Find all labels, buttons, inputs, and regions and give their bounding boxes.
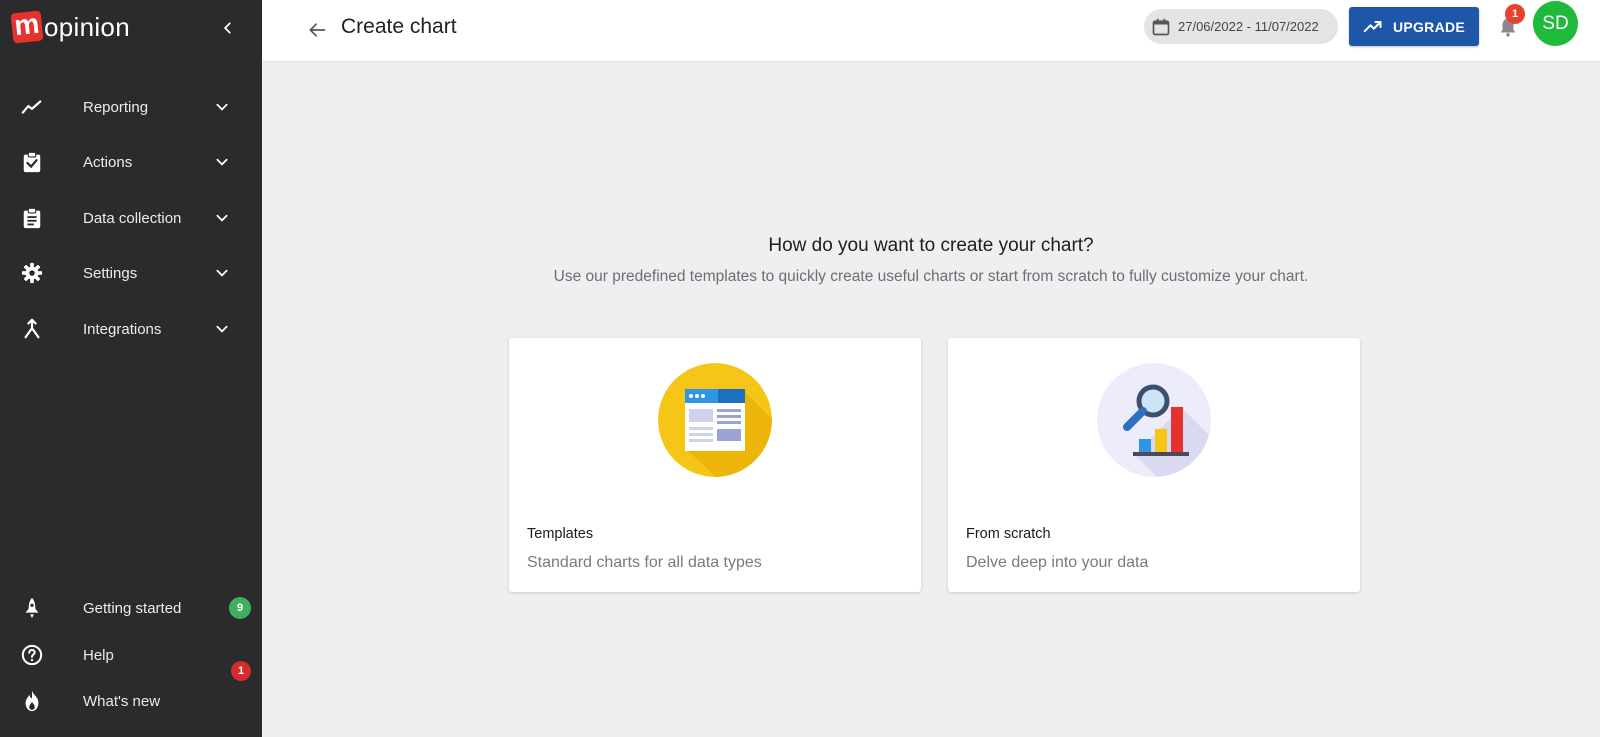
template-icon: [658, 363, 772, 477]
chevron-left-icon: [223, 22, 231, 34]
chevron-down-icon: [210, 150, 234, 174]
option-card-description: Delve deep into your data: [966, 554, 1149, 571]
option-card-title: Templates: [527, 526, 594, 542]
sidebar: m opinion Reporting Actions Data collect…: [0, 0, 262, 737]
option-card-from-scratch[interactable]: From scratch Delve deep into your data: [948, 338, 1360, 592]
sidebar-item-getting-started[interactable]: Getting started 9: [0, 586, 262, 630]
sidebar-item-label: Getting started: [83, 599, 182, 617]
sidebar-item-label: Settings: [83, 264, 138, 282]
option-card-description: Standard charts for all data types: [527, 554, 762, 571]
sidebar-item-label: Actions: [83, 153, 133, 171]
logo-mark: m: [10, 8, 44, 44]
trend-line-icon: [20, 95, 44, 119]
upgrade-button[interactable]: UPGRADE: [1349, 7, 1479, 46]
notifications-count-badge: 1: [1505, 4, 1525, 24]
getting-started-count-badge: 9: [229, 597, 251, 619]
create-chart-subtitle: Use our predefined templates to quickly …: [553, 268, 1309, 285]
sidebar-item-label: Data collection: [83, 209, 182, 227]
option-card-templates[interactable]: Templates Standard charts for all data t…: [509, 338, 921, 592]
sidebar-item-integrations[interactable]: Integrations: [0, 307, 262, 351]
back-button[interactable]: [302, 15, 332, 45]
option-card-title: From scratch: [966, 526, 1051, 542]
calendar-icon: [1150, 16, 1172, 38]
sidebar-item-label: Reporting: [83, 98, 149, 116]
rocket-icon: [20, 596, 44, 620]
chevron-down-icon: [210, 317, 234, 341]
trending-up-icon: [1363, 20, 1382, 32]
sidebar-item-whats-new[interactable]: What's new 1: [0, 661, 262, 723]
flame-icon: [20, 689, 44, 713]
clipboard-check-icon: [20, 150, 44, 174]
sidebar-item-reporting[interactable]: Reporting: [0, 85, 262, 129]
upgrade-label: UPGRADE: [1392, 18, 1466, 35]
sidebar-item-label: Help: [83, 646, 114, 664]
date-range-text: 27/06/2022 - 11/07/2022: [1178, 19, 1319, 34]
chevron-down-icon: [210, 206, 234, 230]
clipboard-list-icon: [20, 206, 44, 230]
arrow-left-icon: [309, 23, 326, 37]
sidebar-item-help[interactable]: Help: [0, 633, 262, 677]
notifications-button[interactable]: 1: [1495, 4, 1525, 40]
whats-new-count-badge: 1: [231, 661, 251, 681]
magnifier-chart-icon: [1097, 363, 1211, 477]
page-title: Create chart: [341, 15, 457, 38]
create-chart-question: How do you want to create your chart?: [768, 235, 1094, 256]
collapse-sidebar-button[interactable]: [216, 16, 240, 40]
date-range-picker[interactable]: 27/06/2022 - 11/07/2022: [1144, 9, 1338, 44]
help-circle-icon: [20, 643, 44, 667]
top-bar: Create chart 27/06/2022 - 11/07/2022 UPG…: [262, 0, 1600, 62]
sidebar-item-actions[interactable]: Actions: [0, 140, 262, 184]
sidebar-item-label: What's new: [83, 692, 161, 710]
sidebar-item-settings[interactable]: Settings: [0, 251, 262, 295]
gear-icon: [20, 261, 44, 285]
merge-icon: [20, 317, 44, 341]
logo-text: opinion: [44, 11, 130, 42]
sidebar-item-label: Integrations: [83, 320, 162, 338]
user-avatar[interactable]: SD: [1533, 1, 1578, 46]
mopinion-logo[interactable]: m opinion: [10, 8, 130, 44]
chevron-down-icon: [210, 261, 234, 285]
sidebar-item-data-collection[interactable]: Data collection: [0, 196, 262, 240]
chevron-down-icon: [210, 95, 234, 119]
